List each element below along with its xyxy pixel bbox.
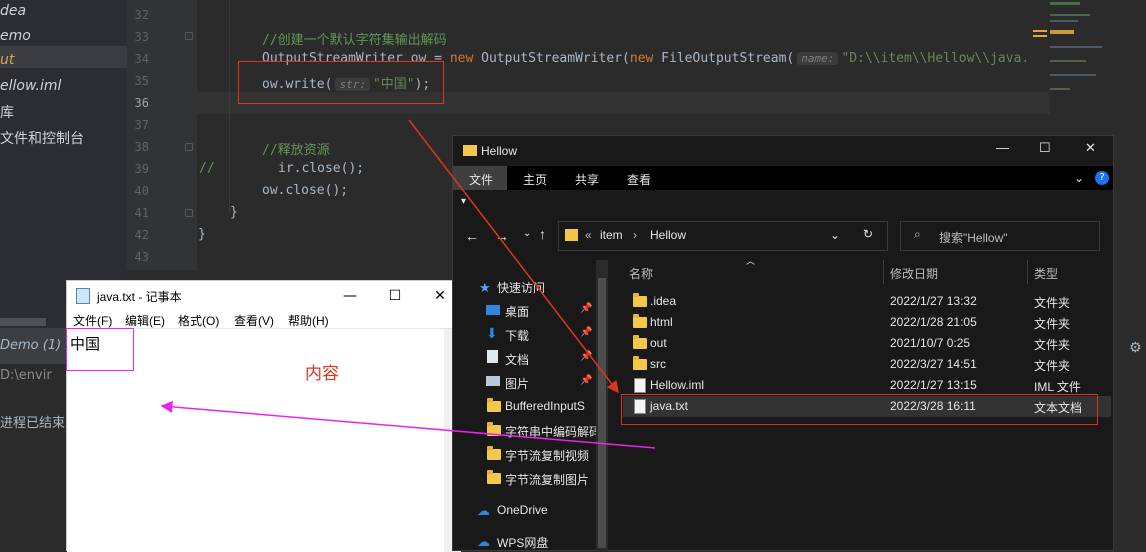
arrow-to-file <box>408 119 619 394</box>
arrow-to-content <box>160 400 656 449</box>
annotation-arrows <box>160 119 656 449</box>
